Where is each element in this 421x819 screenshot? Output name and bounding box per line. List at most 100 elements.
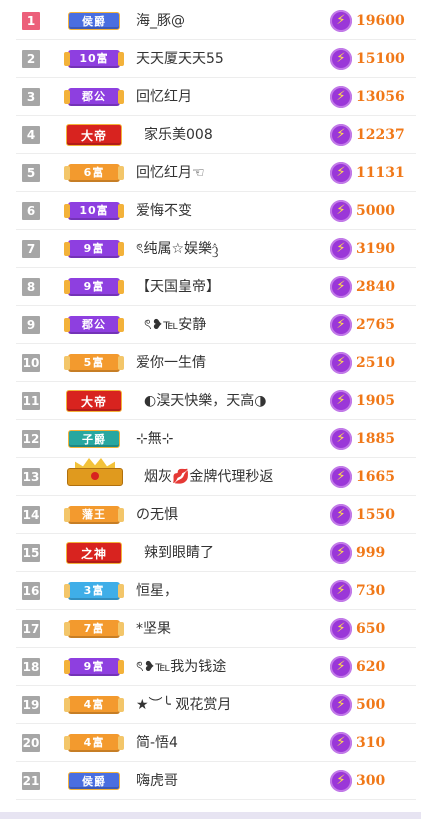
score-value: 999: [356, 545, 386, 561]
user-name[interactable]: ◐淏天快樂，天高◑: [144, 382, 266, 420]
level-badge-label: 大帝: [66, 124, 122, 146]
leaderboard-row[interactable]: 12 子爵 ⊹無⊹ ⚡ 1885: [16, 420, 416, 458]
rank-number: 1: [22, 12, 40, 30]
lightning-coin-icon: ⚡: [330, 124, 352, 146]
rank-number: 14: [22, 506, 40, 524]
rank-number: 8: [22, 278, 40, 296]
user-name[interactable]: ৎ❥℡我为钱途: [136, 648, 226, 686]
level-badge: 郡公: [64, 84, 124, 110]
level-badge-label: 10富: [64, 202, 124, 220]
user-name[interactable]: 【天国皇帝】: [136, 268, 220, 306]
user-name[interactable]: 辣到眼睛了: [144, 534, 214, 572]
lightning-coin-icon: ⚡: [330, 86, 352, 108]
rank-number: 3: [22, 88, 40, 106]
level-badge: 9富: [64, 274, 124, 300]
leaderboard-row[interactable]: 20 4富 简-悟4 ⚡ 310: [16, 724, 416, 762]
level-badge: 藩王: [64, 502, 124, 528]
score-value: 300: [356, 773, 386, 789]
level-badge-label: 侯爵: [68, 772, 120, 790]
level-badge-label: 9富: [64, 658, 124, 676]
user-name[interactable]: 回忆红月: [136, 78, 192, 116]
level-badge: 10富: [64, 46, 124, 72]
lightning-coin-icon: ⚡: [330, 48, 352, 70]
leaderboard-row[interactable]: 16 3富 恒星， ⚡ 730: [16, 572, 416, 610]
user-name[interactable]: ★︶╰ 观花赏月: [136, 686, 231, 724]
lightning-coin-icon: ⚡: [330, 10, 352, 32]
leaderboard-row[interactable]: 11 大帝 ◐淏天快樂，天高◑ ⚡ 1905: [16, 382, 416, 420]
level-badge-label: 侯爵: [68, 12, 120, 30]
leaderboard-row[interactable]: 2 10富 天天厦天天55 ⚡ 15100: [16, 40, 416, 78]
lightning-coin-icon: ⚡: [330, 466, 352, 488]
rank-number: 16: [22, 582, 40, 600]
user-name[interactable]: 嗨虎哥: [136, 762, 178, 800]
leaderboard-row[interactable]: 13 烟灰💋金牌代理秒返 ⚡ 1665: [16, 458, 416, 496]
rank-number: 12: [22, 430, 40, 448]
user-name[interactable]: 恒星，: [136, 572, 178, 610]
score-value: 1905: [356, 393, 395, 409]
rank-number: 5: [22, 164, 40, 182]
score-value: 2840: [356, 279, 395, 295]
level-badge-label: 10富: [64, 50, 124, 68]
user-name[interactable]: 海_豚@: [136, 2, 185, 40]
user-name[interactable]: 烟灰💋金牌代理秒返: [144, 458, 273, 496]
rank-number: 4: [22, 126, 40, 144]
level-badge: 9富: [64, 654, 124, 680]
rank-number: 18: [22, 658, 40, 676]
leaderboard-row[interactable]: 6 10富 爱悔不变 ⚡ 5000: [16, 192, 416, 230]
lightning-coin-icon: ⚡: [330, 732, 352, 754]
user-name[interactable]: 爱你一生倩: [136, 344, 206, 382]
user-name[interactable]: ৎ纯属☆娱樂ᦤ: [136, 230, 219, 268]
leaderboard-row[interactable]: 21 侯爵 嗨虎哥 ⚡ 300: [16, 762, 416, 800]
rank-number: 15: [22, 544, 40, 562]
leaderboard-row[interactable]: 4 大帝 家乐美008 ⚡ 12237: [16, 116, 416, 154]
leaderboard-row[interactable]: 18 9富 ৎ❥℡我为钱途 ⚡ 620: [16, 648, 416, 686]
leaderboard-row[interactable]: 1 侯爵 海_豚@ ⚡ 19600: [16, 2, 416, 40]
rank-number: 6: [22, 202, 40, 220]
user-name[interactable]: 简-悟4: [136, 724, 178, 762]
score-value: 310: [356, 735, 386, 751]
level-badge-label: 6富: [64, 164, 124, 182]
leaderboard-row[interactable]: 10 5富 爱你一生倩 ⚡ 2510: [16, 344, 416, 382]
level-badge-label: 郡公: [64, 316, 124, 334]
level-badge: 子爵: [64, 426, 124, 452]
user-name[interactable]: ⊹無⊹: [136, 420, 173, 458]
user-name[interactable]: *坚果: [136, 610, 171, 648]
level-badge: 郡公: [64, 312, 124, 338]
score-value: 5000: [356, 203, 395, 219]
level-badge-label: 大帝: [66, 390, 122, 412]
leaderboard-row[interactable]: 15 之神 辣到眼睛了 ⚡ 999: [16, 534, 416, 572]
leaderboard-row[interactable]: 14 藩王 の无惧 ⚡ 1550: [16, 496, 416, 534]
lightning-coin-icon: ⚡: [330, 162, 352, 184]
score-value: 500: [356, 697, 386, 713]
leaderboard: 1 侯爵 海_豚@ ⚡ 19600 2 10富 天天厦天天55 ⚡ 15100 …: [0, 0, 421, 819]
rank-number: 21: [22, 772, 40, 790]
lightning-coin-icon: ⚡: [330, 352, 352, 374]
user-name[interactable]: ৎ❥℡安静: [144, 306, 206, 344]
leaderboard-row[interactable]: 5 6富 回忆红月☜ ⚡ 11131: [16, 154, 416, 192]
user-name[interactable]: 回忆红月☜: [136, 154, 205, 192]
leaderboard-row[interactable]: 19 4富 ★︶╰ 观花赏月 ⚡ 500: [16, 686, 416, 724]
score-value: 620: [356, 659, 386, 675]
rank-number: 11: [22, 392, 40, 410]
leaderboard-row[interactable]: 7 9富 ৎ纯属☆娱樂ᦤ ⚡ 3190: [16, 230, 416, 268]
level-badge: 之神: [64, 540, 124, 566]
rank-number: 7: [22, 240, 40, 258]
user-name[interactable]: の无惧: [136, 496, 178, 534]
score-value: 3190: [356, 241, 395, 257]
score-value: 730: [356, 583, 386, 599]
lightning-coin-icon: ⚡: [330, 200, 352, 222]
leaderboard-row[interactable]: 17 7富 *坚果 ⚡ 650: [16, 610, 416, 648]
score-value: 2765: [356, 317, 395, 333]
user-name[interactable]: 家乐美008: [144, 116, 213, 154]
lightning-coin-icon: ⚡: [330, 238, 352, 260]
leaderboard-row[interactable]: 9 郡公 ৎ❥℡安静 ⚡ 2765: [16, 306, 416, 344]
level-badge: 6富: [64, 160, 124, 186]
lightning-coin-icon: ⚡: [330, 694, 352, 716]
leaderboard-row[interactable]: 3 郡公 回忆红月 ⚡ 13056: [16, 78, 416, 116]
user-name[interactable]: 爱悔不变: [136, 192, 192, 230]
lightning-coin-icon: ⚡: [330, 390, 352, 412]
user-name[interactable]: 天天厦天天55: [136, 40, 224, 78]
leaderboard-row[interactable]: 8 9富 【天国皇帝】 ⚡ 2840: [16, 268, 416, 306]
lightning-coin-icon: ⚡: [330, 276, 352, 298]
score-value: 1550: [356, 507, 395, 523]
